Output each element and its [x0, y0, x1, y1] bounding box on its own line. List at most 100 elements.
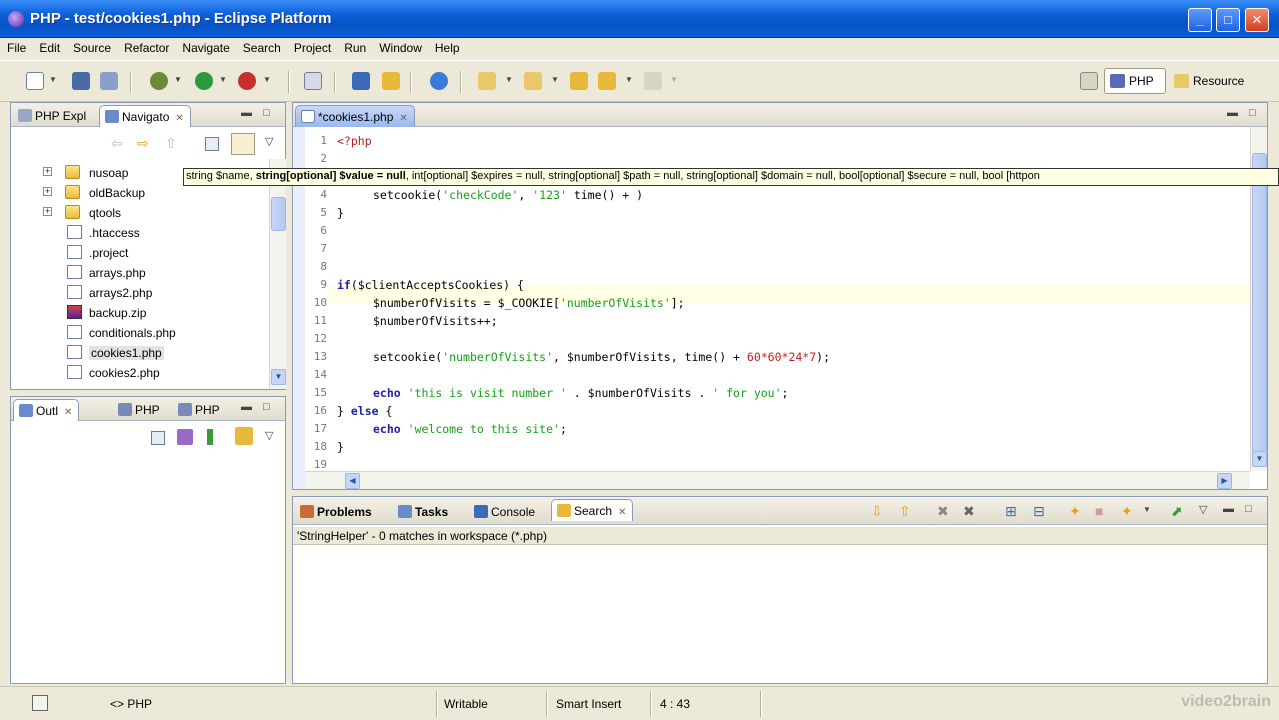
- minimize-view-icon[interactable]: ▬: [241, 401, 252, 413]
- close-icon[interactable]: ✕: [618, 507, 626, 518]
- tab-console[interactable]: Console: [469, 501, 541, 523]
- external-tools-icon[interactable]: [238, 72, 256, 90]
- tree-item-folder[interactable]: + oldBackup: [11, 183, 265, 203]
- run-search-icon[interactable]: ✦: [1069, 503, 1081, 520]
- code-line[interactable]: echo 'welcome to this site';: [373, 420, 567, 438]
- code-line[interactable]: if($clientAcceptsCookies) {: [337, 276, 524, 294]
- previous-annotation-icon[interactable]: [524, 72, 542, 90]
- external-tools-dropdown-icon[interactable]: ▼: [263, 75, 271, 84]
- browser-icon[interactable]: [430, 72, 448, 90]
- tab-cookies1-php[interactable]: *cookies1.php ✕: [295, 105, 415, 127]
- next-match-icon[interactable]: ⇩: [871, 503, 883, 520]
- close-icon[interactable]: ✕: [64, 407, 72, 418]
- last-edit-location-icon[interactable]: [570, 72, 588, 90]
- navigator-scrollbar[interactable]: ▼: [269, 159, 286, 389]
- view-menu-icon[interactable]: ▽: [1199, 503, 1207, 516]
- open-perspective-icon[interactable]: [1080, 72, 1098, 90]
- menu-project[interactable]: Project: [287, 38, 337, 55]
- close-icon[interactable]: ✕: [399, 113, 407, 124]
- minimize-button[interactable]: _: [1188, 8, 1212, 32]
- maximize-editor-icon[interactable]: □: [1249, 107, 1256, 119]
- tab-search[interactable]: Search ✕: [551, 499, 634, 521]
- forward-icon[interactable]: [644, 72, 662, 90]
- pin-search-icon[interactable]: ⬈: [1171, 503, 1183, 520]
- scroll-down-button[interactable]: ▼: [1252, 451, 1267, 467]
- tab-outline[interactable]: Outl ✕: [13, 399, 80, 421]
- link-with-editor-icon[interactable]: [231, 133, 255, 155]
- next-annotation-dropdown-icon[interactable]: ▼: [505, 75, 513, 84]
- code-line[interactable]: }: [337, 204, 344, 222]
- maximize-view-icon[interactable]: □: [263, 107, 270, 119]
- code-line[interactable]: echo 'this is visit number ' . $numberOf…: [373, 384, 788, 402]
- tab-php-explorer[interactable]: PHP Expl: [13, 105, 92, 127]
- maximize-button[interactable]: □: [1216, 8, 1240, 32]
- save-icon[interactable]: [72, 72, 90, 90]
- run-icon[interactable]: [195, 72, 213, 90]
- scroll-right-button[interactable]: ▶: [1217, 473, 1232, 489]
- code-line[interactable]: <?php: [337, 132, 372, 150]
- menu-refactor[interactable]: Refactor: [117, 38, 175, 55]
- tree-item-file[interactable]: arrays.php: [11, 263, 265, 283]
- print-icon[interactable]: [100, 72, 118, 90]
- cancel-search-icon[interactable]: ■: [1095, 503, 1103, 519]
- tree-item-file[interactable]: conditionals.php: [11, 323, 265, 343]
- maximize-view-icon[interactable]: □: [263, 401, 270, 413]
- code-line[interactable]: $numberOfVisits = $_COOKIE['numberOfVisi…: [373, 294, 685, 312]
- perspective-resource[interactable]: Resource: [1168, 68, 1256, 94]
- expand-icon[interactable]: +: [43, 187, 52, 196]
- run-dropdown-icon[interactable]: ▼: [219, 75, 227, 84]
- code-line[interactable]: setcookie('checkCode', '123' time() + ): [373, 186, 643, 204]
- menu-search[interactable]: Search: [236, 38, 287, 55]
- sort-icon[interactable]: [177, 429, 193, 445]
- expand-icon[interactable]: +: [43, 207, 52, 216]
- minimize-editor-icon[interactable]: ▬: [1227, 107, 1238, 119]
- php-tools-icon[interactable]: [382, 72, 400, 90]
- navigator-scroll-thumb[interactable]: [271, 197, 286, 231]
- open-type-icon[interactable]: [304, 72, 322, 90]
- menu-window[interactable]: Window: [372, 38, 428, 55]
- close-button[interactable]: ✕: [1245, 8, 1269, 32]
- menu-edit[interactable]: Edit: [32, 38, 66, 55]
- new-dropdown-icon[interactable]: ▼: [49, 75, 57, 84]
- tab-navigator[interactable]: Navigato ✕: [99, 105, 191, 127]
- tree-item-file[interactable]: .project: [11, 243, 265, 263]
- maximize-view-icon[interactable]: □: [1245, 503, 1252, 515]
- view-menu-icon[interactable]: ▽: [265, 429, 273, 442]
- tree-item-file[interactable]: cookies2.php: [11, 363, 265, 383]
- forward-nav-icon[interactable]: ⇨: [137, 135, 149, 152]
- code-line[interactable]: }: [337, 438, 344, 456]
- expand-all-icon[interactable]: ⊞: [1005, 503, 1017, 520]
- tree-item-file[interactable]: arrays2.php: [11, 283, 265, 303]
- new-file-icon[interactable]: [26, 72, 44, 90]
- collapse-all-icon[interactable]: [151, 431, 165, 445]
- new-php-project-icon[interactable]: [352, 72, 370, 90]
- close-icon[interactable]: ✕: [175, 113, 183, 124]
- fast-view-icon[interactable]: [32, 695, 48, 711]
- link-outline-icon[interactable]: [235, 427, 253, 445]
- code-line[interactable]: setcookie('numberOfVisits', $numberOfVis…: [373, 348, 830, 366]
- minimize-view-icon[interactable]: ▬: [241, 107, 252, 119]
- view-menu-icon[interactable]: ▽: [265, 135, 273, 148]
- perspective-php[interactable]: PHP: [1104, 68, 1166, 94]
- code-line[interactable]: } else {: [337, 402, 392, 420]
- next-annotation-icon[interactable]: [478, 72, 496, 90]
- menu-help[interactable]: Help: [428, 38, 466, 55]
- debug-icon[interactable]: [150, 72, 168, 90]
- search-history-icon[interactable]: ✦: [1121, 503, 1133, 520]
- editor-horizontal-scrollbar[interactable]: ◀ ▶: [305, 471, 1250, 489]
- collapse-all-icon[interactable]: [205, 137, 219, 151]
- collapse-all-icon[interactable]: ⊟: [1033, 503, 1045, 520]
- scroll-left-button[interactable]: ◀: [345, 473, 360, 489]
- editor-scroll-thumb[interactable]: [1252, 153, 1267, 453]
- minimize-view-icon[interactable]: ▬: [1223, 503, 1234, 515]
- previous-match-icon[interactable]: ⇧: [899, 503, 911, 520]
- menu-run[interactable]: Run: [337, 38, 372, 55]
- tree-item-file[interactable]: .htaccess: [11, 223, 265, 243]
- back-icon[interactable]: [598, 72, 616, 90]
- scroll-down-button[interactable]: ▼: [271, 369, 286, 385]
- menu-navigate[interactable]: Navigate: [175, 38, 235, 55]
- back-nav-icon[interactable]: ⇦: [111, 135, 123, 152]
- tree-item-file[interactable]: backup.zip: [11, 303, 265, 323]
- back-dropdown-icon[interactable]: ▼: [625, 75, 633, 84]
- tab-php-functions[interactable]: PHP: [113, 399, 166, 421]
